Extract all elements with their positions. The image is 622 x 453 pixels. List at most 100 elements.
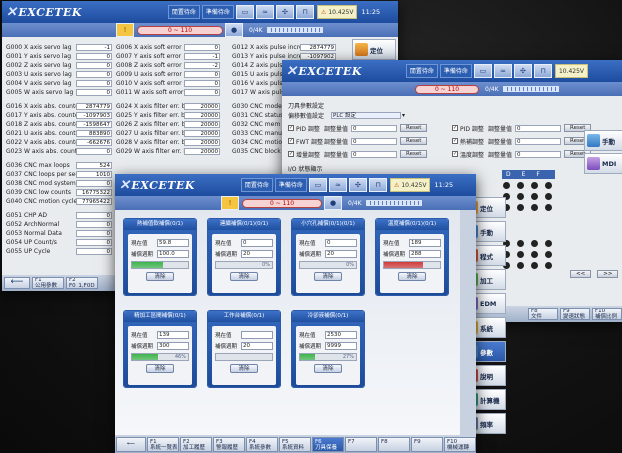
value-field[interactable]: 0 — [351, 150, 397, 158]
warning-icon[interactable]: ! — [116, 23, 134, 37]
fkey-f9[interactable]: F9 — [411, 436, 443, 452]
current-value-row: 現在值 59.8 — [131, 237, 189, 248]
register-name: G005 W axis servo lag — [6, 89, 74, 96]
fkey-f5[interactable]: F5 系統資料 — [279, 436, 311, 452]
register-name: G028 V axis filter err. band — [116, 139, 184, 146]
display-icon[interactable]: ▭ — [235, 5, 254, 19]
xyz-icon[interactable]: ✣ — [348, 178, 367, 192]
prev-page-button[interactable]: << — [570, 270, 592, 278]
clear-button[interactable]: 清除 — [230, 272, 258, 281]
cycle-value-field[interactable]: 20 — [241, 249, 273, 258]
maintenance-card: 工作台補償(0/1) 現在值 補償週期 20 清除 — [207, 310, 281, 388]
enable-checkbox[interactable]: ✓ — [288, 151, 294, 157]
card-title: 溫度補償(0/1)(0/1) — [376, 219, 448, 230]
pulse-icon[interactable]: ≈ — [255, 5, 274, 19]
clear-button[interactable]: 清除 — [230, 364, 258, 373]
cycle-value-field[interactable]: 300 — [157, 341, 189, 350]
record-icon[interactable]: ● — [324, 196, 342, 210]
side-button-position[interactable]: 定位 — [352, 39, 396, 60]
pulse-icon[interactable]: ≈ — [493, 64, 512, 78]
value-field[interactable]: 0 — [515, 137, 561, 145]
fkey-f7[interactable]: F7 — [345, 436, 377, 452]
cycle-value-row: 補償週期 9999 — [299, 340, 357, 351]
register-name: G000 X axis servo lag — [6, 44, 72, 51]
next-page-button[interactable]: >> — [597, 270, 619, 278]
register-name: G022 V axis abs. counter — [6, 139, 76, 146]
back-arrow-icon[interactable]: ⟵ — [116, 436, 146, 452]
enable-checkbox[interactable]: ✓ — [452, 151, 458, 157]
clear-button[interactable]: 清除 — [314, 364, 342, 373]
tool-icon[interactable]: ⊓ — [368, 178, 387, 192]
fkey-f4[interactable]: F4 系統參數 — [246, 436, 278, 452]
fkey-f8[interactable]: F8 — [378, 436, 410, 452]
register-value: -1097902 — [300, 53, 336, 60]
back-arrow-icon[interactable]: ⟵ — [4, 277, 30, 289]
register-row: G008 Z axis soft error -2 — [112, 61, 220, 70]
clear-button[interactable]: 清除 — [146, 364, 174, 373]
fkey-f1[interactable]: F1 公用參數 — [32, 277, 64, 289]
register-name: G017 Y axis abs. counter — [6, 112, 76, 119]
register-name: G051 CHP AD — [6, 212, 47, 219]
cycle-value-field[interactable]: 288 — [409, 249, 441, 258]
tool-icon[interactable]: ⊓ — [295, 5, 314, 19]
fkey-f10[interactable]: F10 補償比例 — [592, 308, 622, 320]
mode-dropdown[interactable]: PLC 設定 — [331, 111, 401, 119]
enable-checkbox[interactable]: ✓ — [452, 125, 458, 131]
register-name: G036 CNC max loops — [6, 162, 70, 169]
value-field[interactable]: 0 — [351, 124, 397, 132]
progress-gauge: 0% — [215, 261, 273, 269]
clear-button[interactable]: 清除 — [146, 272, 174, 281]
field-label: 調整量值 — [488, 151, 513, 159]
register-row: G002 Z axis servo lag 0 — [6, 61, 112, 70]
cycle-value-field[interactable]: 100.0 — [157, 249, 189, 258]
pulse-icon[interactable]: ≈ — [328, 178, 347, 192]
fkey-f6[interactable]: F6 刀具保養 — [312, 436, 344, 452]
display-icon[interactable]: ▭ — [308, 178, 327, 192]
cycle-value-field[interactable]: 20 — [325, 249, 357, 258]
fkey-f2[interactable]: F2 加工履歷 — [180, 436, 212, 452]
reset-button[interactable]: Reset — [400, 150, 428, 158]
fkey-f9[interactable]: F9 變速狀態 — [560, 308, 590, 320]
io-indicator — [545, 240, 552, 247]
register-row: G037 CNC loops per sec 1010 — [6, 170, 112, 179]
xyz-icon[interactable]: ✣ — [513, 64, 532, 78]
register-row: G017 Y axis abs. counter -1097903 — [6, 111, 112, 120]
side-button-manual[interactable]: 手動 — [584, 130, 622, 151]
fkey-f3[interactable]: F3 警報履歷 — [213, 436, 245, 452]
register-name: G011 W axis soft error — [116, 89, 184, 96]
clear-button[interactable]: 清除 — [398, 272, 426, 281]
fkey-f10[interactable]: F10 機械運轉 — [444, 436, 476, 452]
enable-checkbox[interactable]: ✓ — [288, 138, 294, 144]
cycle-value-field[interactable]: 20 — [241, 341, 273, 350]
tool-icon[interactable]: ⊓ — [533, 64, 552, 78]
reset-button[interactable]: Reset — [400, 124, 428, 132]
register-name: G012 X axis pulse increment — [232, 44, 300, 51]
record-icon[interactable]: ● — [225, 23, 243, 37]
clear-button[interactable]: 清除 — [314, 272, 342, 281]
fkey-f2[interactable]: F2 F0_1,F0D — [66, 277, 98, 289]
clock: 11:25 — [434, 181, 454, 189]
side-button-mdi[interactable]: MDI — [584, 153, 622, 174]
warning-icon[interactable]: ! — [221, 196, 239, 210]
reset-button[interactable]: Reset — [400, 137, 428, 145]
fkey-f1[interactable]: F1 系統一覽表 — [147, 436, 179, 452]
register-row: G016 X axis abs. counter 2874779 — [6, 102, 112, 111]
maintenance-card: 冷卻液補償(0/1) 現在值 2530 補償週期 9999 27% 清除 — [291, 310, 365, 388]
chevron-down-icon[interactable]: ▾ — [402, 112, 405, 119]
right-panel-caption — [452, 100, 592, 110]
xyz-icon[interactable]: ✣ — [275, 5, 294, 19]
compensation-row: ✓ 增量調整 調整量值 0 Reset — [288, 149, 464, 159]
io-section-label: I/O 狀態顯示 — [288, 165, 323, 173]
enable-checkbox[interactable]: ✓ — [288, 125, 294, 131]
register-value: 0 — [76, 62, 112, 69]
current-label: 現在值 — [299, 240, 316, 247]
display-icon[interactable]: ▭ — [473, 64, 492, 78]
value-field[interactable]: 0 — [515, 150, 561, 158]
io-indicator — [531, 262, 538, 269]
register-row: G000 X axis servo lag -1 — [6, 43, 112, 52]
cycle-value-field[interactable]: 9999 — [325, 341, 357, 350]
value-field[interactable]: 0 — [515, 124, 561, 132]
enable-checkbox[interactable]: ✓ — [452, 138, 458, 144]
value-field[interactable]: 0 — [351, 137, 397, 145]
fkey-f8[interactable]: F8 文件 — [528, 308, 558, 320]
